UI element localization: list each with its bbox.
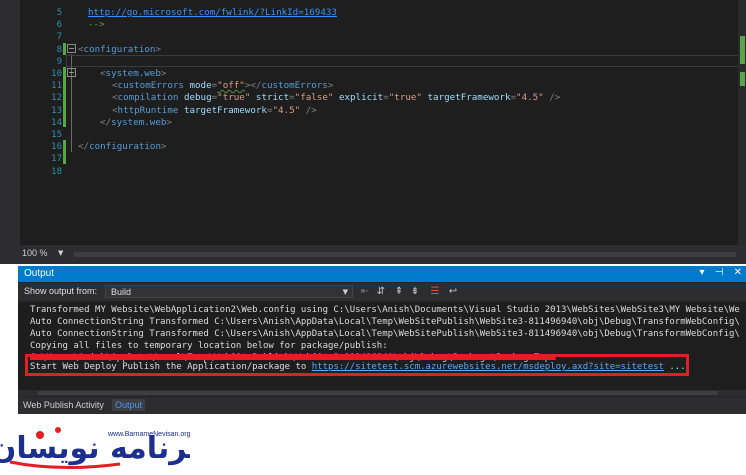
line-number: 8: [56, 44, 62, 55]
code-line[interactable]: http://go.microsoft.com/fwlink/?LinkId=1…: [88, 7, 337, 19]
change-marker: [63, 67, 66, 127]
line-number: 6: [56, 20, 62, 31]
go-to-next-icon[interactable]: ⇟: [408, 285, 422, 298]
line-number: 10: [51, 69, 62, 79]
output-line: Auto ConnectionString Transformed C:\Use…: [30, 317, 740, 327]
output-line: Auto ConnectionString Transformed C:\Use…: [30, 329, 740, 339]
go-to-previous-icon[interactable]: ⇞: [392, 285, 406, 298]
chevron-down-icon: ▼: [342, 288, 348, 296]
code-line[interactable]: <compilation debug="true" strict="false"…: [112, 92, 560, 104]
vertical-scrollbar[interactable]: [738, 0, 746, 245]
change-marker: [63, 140, 66, 164]
word-wrap-icon[interactable]: ↩: [446, 285, 460, 298]
editor-status-bar: 100 % ▼: [0, 245, 746, 264]
output-title: Output: [24, 268, 55, 279]
collapse-system-web-icon[interactable]: −: [67, 68, 76, 77]
find-message-icon[interactable]: ⇤: [358, 285, 372, 298]
watermark-url: www.BarnameNevisan.org: [108, 431, 191, 438]
code-line[interactable]: <customErrors mode="off"></customErrors>: [112, 80, 333, 92]
scroll-change-marker: [740, 36, 745, 64]
line-number: 13: [51, 105, 62, 116]
line-number: 5: [56, 8, 62, 18]
previous-message-icon[interactable]: ⇵: [374, 285, 388, 298]
code-line[interactable]: <httpRuntime targetFramework="4.5" />: [112, 105, 317, 117]
line-number: 15: [51, 130, 62, 140]
show-output-label: Show output from:: [24, 286, 98, 296]
line-number: 17: [51, 154, 62, 165]
line-number: 9: [56, 56, 62, 67]
close-icon[interactable]: ✕: [734, 267, 742, 278]
code-line[interactable]: </system.web>: [100, 117, 172, 129]
current-line-highlight: [66, 55, 740, 67]
tab-web-publish-activity[interactable]: Web Publish Activity: [20, 399, 107, 411]
line-number: 11: [51, 81, 62, 92]
scroll-change-marker: [740, 72, 745, 86]
code-line[interactable]: <system.web>: [100, 68, 166, 80]
highlight-box: [25, 354, 689, 376]
line-number: 12: [51, 93, 62, 104]
pin-icon[interactable]: ⊣: [715, 267, 724, 278]
zoom-dropdown-icon[interactable]: ▼: [58, 249, 63, 257]
dropdown-icon[interactable]: ▾: [699, 267, 704, 278]
output-horizontal-scrollbar[interactable]: [18, 390, 746, 396]
output-line: Copying all files to temporary location …: [30, 341, 388, 351]
line-number: 16: [51, 142, 62, 153]
line-number: 18: [51, 166, 62, 177]
output-toolbar: Show output from: Build ▼ ⇤ ⇵ ⇞ ⇟ ☰ ↩: [18, 283, 746, 301]
tab-output[interactable]: Output: [112, 399, 146, 411]
clear-all-icon[interactable]: ☰: [428, 285, 442, 298]
output-line: Transformed MY Website\WebApplication2\W…: [30, 305, 740, 315]
output-source-select[interactable]: Build ▼: [105, 285, 353, 298]
change-marker: [63, 43, 66, 55]
scroll-thumb[interactable]: [38, 391, 718, 395]
zoom-level[interactable]: 100 %: [22, 248, 48, 258]
horizontal-scrollbar[interactable]: [74, 252, 736, 257]
code-editor[interactable]: 5 6 7 8 9 10 11 12 13 14 15 16 17 18 − − http://go.mi…: [0, 0, 746, 245]
code-line[interactable]: </configuration>: [78, 141, 167, 153]
line-numbers: 5 6 7 8 9 10 11 12 13 14 15 16 17 18: [20, 0, 62, 245]
output-text-area[interactable]: Transformed MY Website\WebApplication2\W…: [18, 302, 746, 390]
output-panel: Output ▾ ⊣ ✕ Show output from: Build ▼ ⇤…: [18, 266, 746, 414]
bottom-tab-bar: Web Publish Activity Output: [18, 397, 746, 414]
output-title-bar: Output ▾ ⊣ ✕: [18, 266, 746, 282]
line-number: 14: [51, 117, 62, 128]
editor-margin: [0, 0, 20, 245]
output-source-value: Build: [111, 287, 132, 297]
line-number: 7: [56, 32, 62, 43]
barnamenevisan-logo: برنامه نویسان: [0, 427, 190, 470]
collapse-configuration-icon[interactable]: −: [67, 44, 76, 53]
code-line[interactable]: -->: [88, 19, 105, 31]
code-line[interactable]: <configuration>: [78, 44, 161, 56]
